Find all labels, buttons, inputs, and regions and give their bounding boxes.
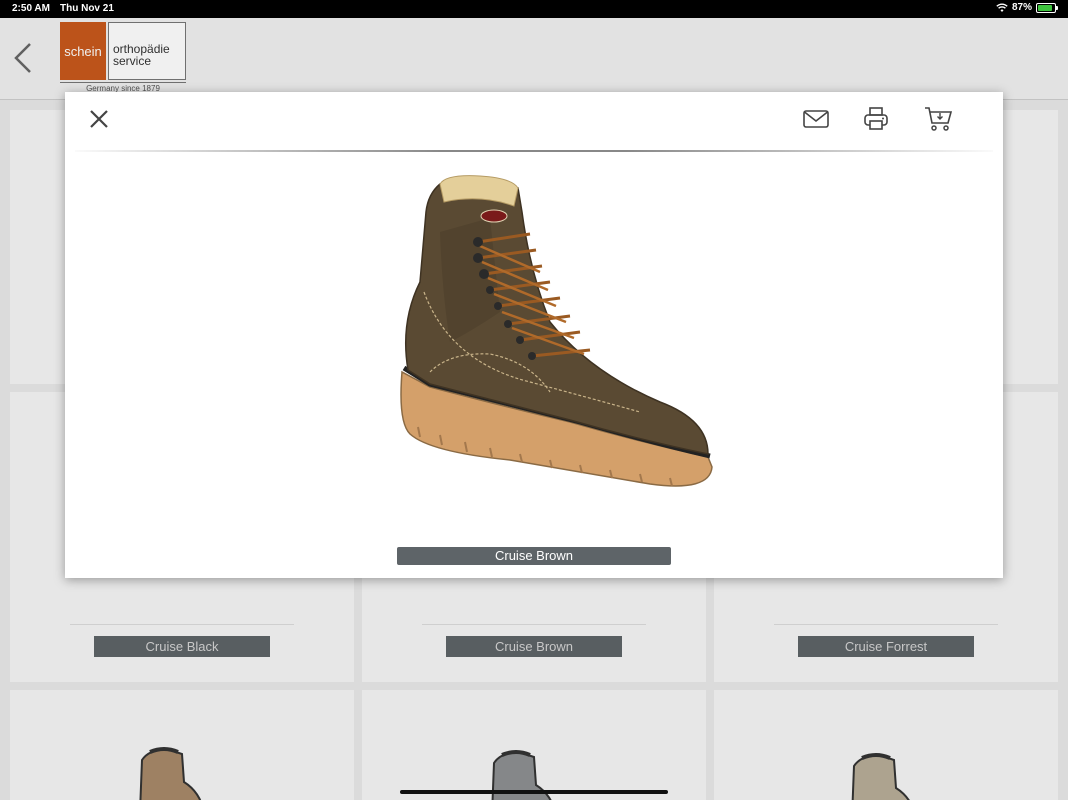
print-button[interactable] bbox=[860, 104, 892, 134]
status-bar: 2:50 AM Thu Nov 21 87% bbox=[0, 0, 1068, 18]
status-right: 87% bbox=[996, 2, 1058, 13]
wifi-icon bbox=[996, 2, 1008, 12]
cart-icon bbox=[925, 107, 953, 131]
product-image bbox=[400, 175, 713, 487]
close-button[interactable] bbox=[83, 104, 115, 134]
printer-icon bbox=[864, 107, 888, 130]
battery-percent: 87% bbox=[1011, 2, 1032, 13]
mail-icon bbox=[803, 110, 829, 128]
modal-toolbar bbox=[65, 92, 1003, 150]
battery-icon bbox=[1036, 2, 1058, 13]
status-time: 2:50 AM bbox=[12, 3, 50, 14]
add-to-cart-button[interactable] bbox=[922, 104, 954, 134]
email-button[interactable] bbox=[800, 104, 832, 134]
product-name-label: Cruise Brown bbox=[397, 547, 671, 565]
product-detail-modal: Cruise Brown bbox=[65, 92, 1003, 578]
home-indicator[interactable] bbox=[400, 790, 668, 794]
close-icon bbox=[90, 110, 108, 128]
status-date: Thu Nov 21 bbox=[60, 3, 114, 14]
modal-divider bbox=[75, 150, 993, 152]
